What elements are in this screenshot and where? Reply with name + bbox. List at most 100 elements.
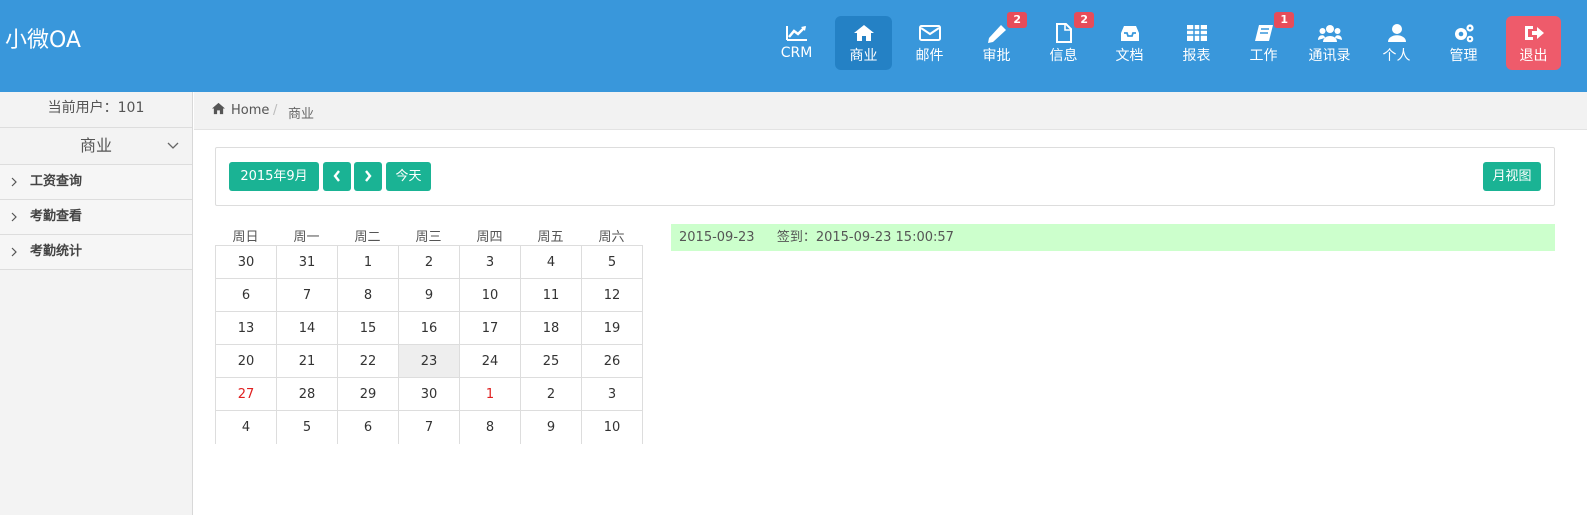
- nav-item-3[interactable]: 邮件: [901, 16, 958, 70]
- calendar-day-cell[interactable]: 10: [459, 278, 521, 312]
- calendar-week-row: 4 5 6 7 8 9 10: [215, 410, 643, 444]
- calendar-day-cell[interactable]: 5: [276, 410, 338, 444]
- nav-item-2[interactable]: 商业: [835, 16, 892, 70]
- calendar-day-cell[interactable]: 17: [459, 311, 521, 345]
- calendar-day-cell[interactable]: 28: [276, 377, 338, 411]
- nav-item-7[interactable]: 报表: [1168, 16, 1225, 70]
- sign-out-icon: [1524, 26, 1544, 40]
- notification-badge: 2: [1074, 12, 1094, 28]
- calendar-day-cell[interactable]: 11: [520, 278, 582, 312]
- notification-badge: 2: [1007, 12, 1027, 28]
- breadcrumb-current: 商业: [288, 107, 315, 122]
- nav-item-5[interactable]: 信息 2: [1035, 12, 1094, 70]
- home-icon: [212, 102, 225, 115]
- calendar-day-cell[interactable]: 3: [581, 377, 643, 411]
- weekday-label: 周四: [476, 230, 503, 245]
- calendar-day-cell[interactable]: 7: [276, 278, 338, 312]
- calendar-day-cell[interactable]: 15: [337, 311, 399, 345]
- calendar-week-row: 27 28 29 30 1 2 3: [215, 377, 643, 411]
- nav-item-6[interactable]: 文档: [1101, 16, 1158, 70]
- breadcrumb: Home / 商业: [194, 92, 1587, 130]
- calendar-day-cell[interactable]: 8: [459, 410, 521, 444]
- sidebar-item-label: 考勤统计: [30, 244, 83, 259]
- calendar-day-cell[interactable]: 26: [581, 344, 643, 378]
- calendar-day-cell[interactable]: 13: [215, 311, 277, 345]
- nav-item-4[interactable]: 审批 2: [968, 12, 1027, 70]
- calendar-day-cell[interactable]: 10: [581, 410, 643, 444]
- calendar-day-cell[interactable]: 6: [215, 278, 277, 312]
- calendar-day-cell[interactable]: 3: [459, 245, 521, 279]
- sidebar-item-label: 工资查询: [30, 174, 83, 189]
- calendar-day-cell[interactable]: 14: [276, 311, 338, 345]
- next-month-button[interactable]: [354, 162, 382, 191]
- calendar-day-cell[interactable]: 5: [581, 245, 643, 279]
- nav-item-8[interactable]: 工作 1: [1235, 12, 1294, 70]
- nav-item-1[interactable]: CRM: [768, 16, 825, 70]
- calendar-day-cell[interactable]: 9: [398, 278, 460, 312]
- calendar-week-row: 6 7 8 9 10 11 12: [215, 278, 643, 312]
- calendar-week-row: 13 14 15 16 17 18 19: [215, 311, 643, 345]
- calendar-day-cell[interactable]: 27: [215, 377, 277, 411]
- calendar-day-cell[interactable]: 16: [398, 311, 460, 345]
- chevron-left-icon: [333, 170, 340, 182]
- calendar-day-cell[interactable]: 20: [215, 344, 277, 378]
- calendar-day-cell[interactable]: 19: [581, 311, 643, 345]
- nav-item-9[interactable]: 通讯录: [1301, 16, 1358, 70]
- sidebar-item-attendance-view[interactable]: 考勤查看: [0, 200, 192, 235]
- nav-item-10[interactable]: 个人: [1368, 16, 1425, 70]
- notification-badge: 1: [1274, 12, 1294, 28]
- top-navbar: 小微OA CRM 商业 邮件 审批 2 信息 2 文档 报表 工作 1 通讯录 个人 管理 退出: [0, 0, 1587, 92]
- calendar-day-cell[interactable]: 2: [398, 245, 460, 279]
- sidebar-group-business[interactable]: 商业: [0, 128, 192, 165]
- month-view-button[interactable]: 月视图: [1483, 162, 1541, 191]
- chart-line-icon: [785, 26, 807, 41]
- month-button[interactable]: 2015年9月: [229, 162, 319, 191]
- calendar-day-cell[interactable]: 1: [459, 377, 521, 411]
- calendar-day-cell[interactable]: 31: [276, 245, 338, 279]
- today-button[interactable]: 今天: [386, 162, 431, 191]
- weekday-label: 周五: [537, 230, 564, 245]
- main-nav: CRM 商业 邮件 审批 2 信息 2 文档 报表 工作 1 通讯录 个人 管理 退出: [0, 12, 1587, 76]
- users-icon: [1317, 25, 1342, 42]
- weekday-label: 周日: [232, 230, 259, 245]
- calendar-toolbar: 2015年9月 今天 月视图: [215, 147, 1555, 206]
- current-user: 当前用户：101: [0, 92, 192, 128]
- calendar-day-cell[interactable]: 2: [520, 377, 582, 411]
- calendar-day-cell[interactable]: 29: [337, 377, 399, 411]
- attendance-event[interactable]: 2015-09-23 签到：2015-09-23 15:00:57: [671, 224, 1555, 251]
- calendar-day-cell[interactable]: 4: [215, 410, 277, 444]
- breadcrumb-home[interactable]: Home: [231, 103, 269, 118]
- calendar-day-cell[interactable]: 24: [459, 344, 521, 378]
- calendar-day-cell[interactable]: 9: [520, 410, 582, 444]
- nav-label: 管理: [1449, 48, 1478, 64]
- chevron-down-icon: [167, 142, 179, 149]
- event-text: 签到：2015-09-23 15:00:57: [776, 230, 954, 245]
- nav-label: 通讯录: [1308, 48, 1351, 64]
- calendar-day-cell[interactable]: 18: [520, 311, 582, 345]
- calendar-day-cell[interactable]: 4: [520, 245, 582, 279]
- sidebar-item-label: 考勤查看: [30, 209, 83, 224]
- calendar-day-cell[interactable]: 8: [337, 278, 399, 312]
- calendar-day-cell[interactable]: 1: [337, 245, 399, 279]
- calendar-day-cell[interactable]: 30: [398, 377, 460, 411]
- sidebar-item-attendance-stats[interactable]: 考勤统计: [0, 235, 192, 270]
- calendar-day-cell[interactable]: 23: [398, 344, 460, 378]
- calendar-day-cell[interactable]: 7: [398, 410, 460, 444]
- calendar-day-cell[interactable]: 22: [337, 344, 399, 378]
- calendar-day-cell[interactable]: 30: [215, 245, 277, 279]
- chevron-right-icon: [365, 170, 372, 182]
- event-date: 2015-09-23: [679, 230, 755, 245]
- chevron-right-icon: [11, 177, 17, 187]
- calendar-day-cell[interactable]: 25: [520, 344, 582, 378]
- calendar-day-cell[interactable]: 6: [337, 410, 399, 444]
- sidebar-item-salary[interactable]: 工资查询: [0, 165, 192, 200]
- calendar-day-cell[interactable]: 21: [276, 344, 338, 378]
- prev-month-button[interactable]: [323, 162, 351, 191]
- pencil-icon: [987, 25, 1006, 43]
- nav-item-11[interactable]: 管理: [1435, 16, 1492, 70]
- nav-label: CRM: [780, 45, 813, 61]
- weekday-label: 周六: [598, 230, 625, 245]
- envelope-icon: [918, 25, 941, 41]
- nav-item-12[interactable]: 退出: [1506, 16, 1561, 70]
- calendar-day-cell[interactable]: 12: [581, 278, 643, 312]
